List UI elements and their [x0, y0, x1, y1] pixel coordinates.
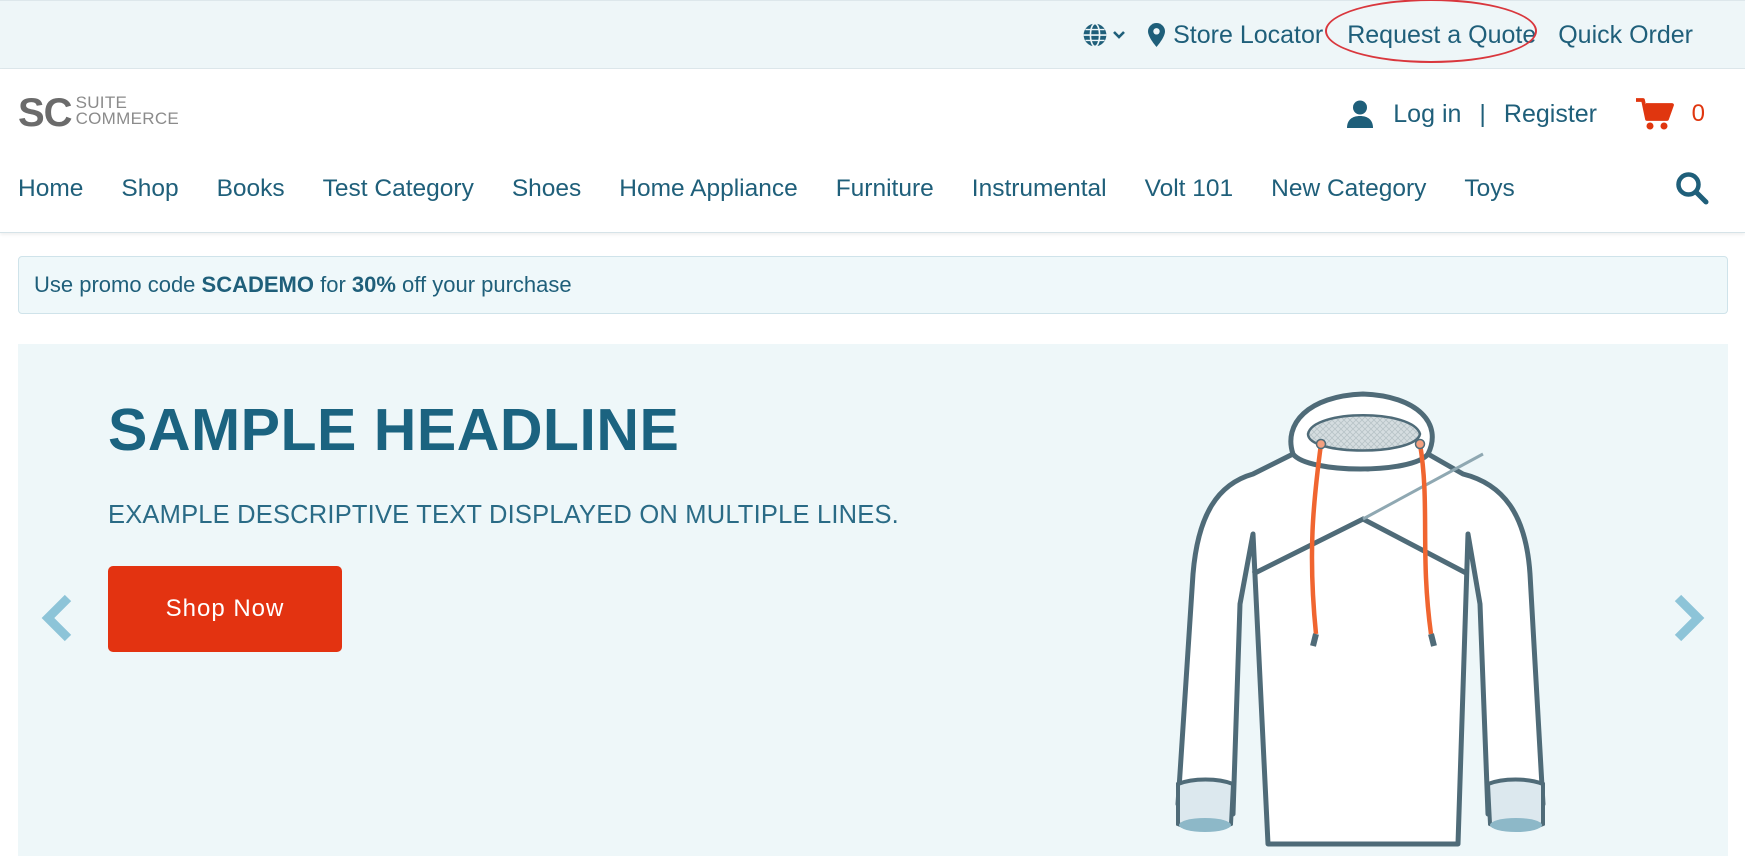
- shop-now-button[interactable]: Shop Now: [108, 566, 342, 652]
- nav-item-instrumental[interactable]: Instrumental: [972, 175, 1107, 203]
- nav-item-toys[interactable]: Toys: [1464, 175, 1514, 203]
- carousel-next-button[interactable]: [1672, 594, 1706, 647]
- search-icon: [1676, 172, 1709, 205]
- hoodie-illustration: [1175, 391, 1546, 847]
- nav-item-furniture[interactable]: Furniture: [836, 175, 934, 203]
- hero-carousel: SAMPLE HEADLINE EXAMPLE DESCRIPTIVE TEXT…: [18, 344, 1728, 856]
- register-link[interactable]: Register: [1504, 100, 1597, 129]
- cart-count: 0: [1691, 100, 1705, 127]
- promo-discount: 30%: [351, 272, 396, 297]
- nav-item-shop[interactable]: Shop: [121, 175, 178, 203]
- nav-item-home-appliance[interactable]: Home Appliance: [619, 175, 797, 203]
- main-navigation: Home Shop Books Test Category Shoes Home…: [18, 169, 1553, 209]
- login-link[interactable]: Log in: [1393, 100, 1461, 129]
- logo-mark: SC: [18, 91, 73, 135]
- site-header: SC SUITE COMMERCE Log in | Register 0 Ho…: [0, 69, 1745, 233]
- quick-order-label: Quick Order: [1558, 20, 1693, 49]
- request-quote-link[interactable]: Request a Quote: [1325, 0, 1538, 63]
- chevron-right-icon: [1674, 594, 1705, 642]
- hero-headline: SAMPLE HEADLINE: [108, 397, 680, 463]
- nav-item-shoes[interactable]: Shoes: [512, 175, 581, 203]
- account-links: Log in | Register: [1347, 89, 1597, 139]
- logo-line-2: COMMERCE: [75, 109, 180, 128]
- promo-prefix: Use promo code: [34, 272, 202, 297]
- quick-order-link[interactable]: Quick Order: [1558, 21, 1693, 50]
- nav-item-books[interactable]: Books: [217, 175, 285, 203]
- promo-banner: Use promo code SCADEMO for 30% off your …: [18, 256, 1728, 314]
- map-pin-icon: [1148, 23, 1166, 47]
- user-icon: [1347, 100, 1374, 128]
- promo-middle: for: [313, 272, 352, 297]
- chevron-down-icon: [1113, 31, 1126, 39]
- nav-item-volt-101[interactable]: Volt 101: [1145, 175, 1234, 203]
- utility-bar: Store Locator Request a Quote Quick Orde…: [0, 0, 1745, 69]
- hero-subtext: EXAMPLE DESCRIPTIVE TEXT DISPLAYED ON MU…: [108, 501, 899, 529]
- account-separator: |: [1479, 99, 1486, 128]
- language-selector[interactable]: [1082, 22, 1126, 48]
- store-locator-label: Store Locator: [1173, 20, 1324, 49]
- carousel-prev-button[interactable]: [40, 594, 74, 647]
- chevron-left-icon: [41, 594, 72, 642]
- logo-wordmark: SUITE COMMERCE: [75, 94, 180, 128]
- search-button[interactable]: [1675, 171, 1709, 210]
- nav-item-test-category[interactable]: Test Category: [323, 175, 474, 203]
- nav-item-home[interactable]: Home: [18, 175, 83, 203]
- nav-item-new-category[interactable]: New Category: [1271, 175, 1426, 203]
- promo-code: SCADEMO: [201, 272, 314, 297]
- request-quote-label: Request a Quote: [1347, 20, 1537, 49]
- cart-button[interactable]: 0: [1635, 89, 1705, 139]
- store-locator-link[interactable]: Store Locator: [1148, 21, 1323, 50]
- site-logo[interactable]: SC SUITE COMMERCE: [18, 93, 179, 133]
- globe-icon: [1083, 22, 1107, 48]
- utility-links: Store Locator Request a Quote Quick Orde…: [1082, 0, 1693, 69]
- promo-suffix: off your purchase: [395, 272, 572, 297]
- cart-icon: [1635, 98, 1674, 130]
